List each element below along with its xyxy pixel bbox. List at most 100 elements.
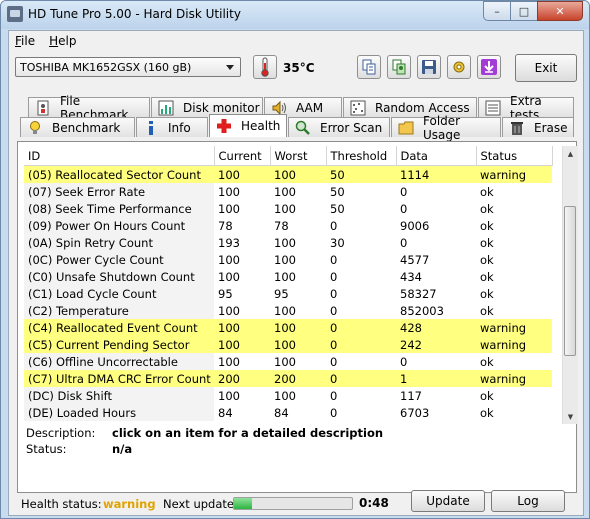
cell-status: ok (480, 269, 494, 284)
table-row[interactable]: (05) Reallocated Sector Count 100 100 50 111… (24, 165, 552, 183)
menu-file[interactable]: File (9, 34, 43, 48)
cell-id: (DE) Loaded Hours (24, 404, 214, 421)
cell-status: ok (480, 252, 494, 267)
cell-data: 0 (400, 354, 408, 369)
column-header-data[interactable]: Data (396, 146, 477, 166)
copy-screenshot-button[interactable] (387, 55, 411, 79)
info-icon (149, 120, 153, 135)
table-row[interactable]: (09) Power On Hours Count 78 78 0 9006 ok (24, 217, 552, 234)
hard-disk-app-icon (7, 6, 23, 22)
close-button[interactable]: ✕ (537, 1, 583, 21)
tab-benchmark[interactable]: Benchmark (20, 117, 135, 137)
column-header-id[interactable]: ID (24, 146, 215, 166)
log-button-label: Log (517, 494, 539, 508)
cell-status: ok (480, 405, 494, 420)
drive-select[interactable]: TOSHIBA MK1652GSX (160 gB) (15, 57, 241, 77)
cell-current: 100 (218, 269, 240, 284)
progress-fill (234, 498, 252, 509)
table-row[interactable]: (07) Seek Error Rate 100 100 50 0 ok (24, 183, 552, 200)
cell-threshold: 0 (330, 252, 338, 267)
options-button[interactable] (447, 55, 471, 79)
menu-help[interactable]: Help (43, 34, 84, 48)
save-disk-icon (422, 60, 436, 74)
cell-id: (C7) Ultra DMA CRC Error Count (24, 370, 214, 387)
cell-current: 95 (218, 286, 233, 301)
cell-worst: 100 (274, 388, 296, 403)
cell-worst: 100 (274, 235, 296, 250)
table-row[interactable]: (0C) Power Cycle Count 100 100 0 4577 ok (24, 251, 552, 268)
download-arrow-icon (481, 59, 497, 75)
tab-info[interactable]: Info (136, 117, 208, 137)
download-button[interactable] (477, 55, 501, 79)
maximize-button[interactable]: □ (510, 1, 538, 21)
cell-threshold: 50 (326, 165, 396, 183)
tab-file-benchmark[interactable]: File Benchmark (28, 94, 150, 122)
column-header-worst[interactable]: Worst (270, 146, 327, 166)
cell-current: 100 (214, 319, 270, 336)
cell-status: ok (480, 303, 494, 318)
table-row[interactable]: (C0) Unsafe Shutdown Count 100 100 0 434 ok (24, 268, 552, 285)
save-button[interactable] (417, 55, 441, 79)
tab-label: Benchmark (52, 120, 121, 135)
health-status-value: warning (103, 497, 156, 511)
exit-button[interactable]: Exit (515, 54, 577, 82)
cell-current: 100 (218, 184, 240, 199)
cell-current: 100 (218, 252, 240, 267)
smart-attribute-table[interactable]: ID Current Worst Threshold Data Status (… (24, 146, 562, 424)
table-row[interactable]: (C6) Offline Uncorrectable 100 100 0 0 ok (24, 353, 552, 370)
cell-worst: 78 (274, 218, 289, 233)
cell-id: (07) Seek Error Rate (24, 183, 214, 200)
table-row[interactable]: (0A) Spin Retry Count 193 100 30 0 ok (24, 234, 552, 251)
cell-worst: 100 (274, 201, 296, 216)
tab-error-scan[interactable]: Error Scan (288, 117, 390, 137)
table-scrollbar[interactable]: ▲ ▼ (562, 146, 578, 424)
copy-text-button[interactable] (357, 55, 381, 79)
scroll-up-icon[interactable]: ▲ (563, 146, 578, 161)
title-bar[interactable]: HD Tune Pro 5.00 - Hard Disk Utility – □… (1, 1, 589, 29)
cell-worst: 100 (270, 319, 326, 336)
tab-label: Folder Usage (423, 113, 461, 142)
table-row[interactable]: (DC) Disk Shift 100 100 0 117 ok (24, 387, 552, 404)
cell-id: (C1) Load Cycle Count (24, 285, 214, 302)
table-row[interactable]: (08) Seek Time Performance 100 100 50 0 ok (24, 200, 552, 217)
log-button[interactable]: Log (491, 490, 565, 512)
tab-label: Health (241, 119, 281, 133)
cell-data: 428 (396, 319, 476, 336)
scroll-down-icon[interactable]: ▼ (563, 409, 578, 424)
app-window: HD Tune Pro 5.00 - Hard Disk Utility – □… (0, 0, 590, 519)
scroll-thumb[interactable] (564, 206, 576, 356)
table-row[interactable]: (C4) Reallocated Event Count 100 100 0 428 wa… (24, 319, 552, 336)
tab-folder-usage[interactable]: Folder Usage (391, 114, 501, 142)
table-row[interactable]: (C5) Current Pending Sector 100 100 0 242 war… (24, 336, 552, 353)
folder-icon (398, 121, 414, 134)
disk-monitor-icon (158, 100, 174, 115)
tab-label: Erase (534, 120, 568, 135)
tab-label: Random Access (375, 100, 470, 115)
column-header-threshold[interactable]: Threshold (326, 146, 397, 166)
window-title: HD Tune Pro 5.00 - Hard Disk Utility (28, 7, 241, 21)
copy-image-icon (392, 59, 406, 75)
cell-threshold: 0 (330, 354, 338, 369)
table-row[interactable]: (C1) Load Cycle Count 95 95 0 58327 ok (24, 285, 552, 302)
update-button[interactable]: Update (411, 490, 485, 512)
cell-status: ok (480, 218, 494, 233)
cell-data: 242 (396, 336, 476, 353)
cell-id: (09) Power On Hours Count (24, 217, 214, 234)
cell-id: (0A) Spin Retry Count (24, 234, 214, 251)
temperature-readout: 35°C (283, 61, 315, 75)
cell-status: ok (480, 201, 494, 216)
table-row[interactable]: (C7) Ultra DMA CRC Error Count 200 200 0 1 wa… (24, 370, 552, 387)
minimize-button[interactable]: – (483, 1, 511, 21)
cell-worst: 100 (270, 336, 326, 353)
chevron-down-icon (226, 65, 234, 70)
table-row[interactable]: (DE) Loaded Hours 84 84 0 6703 ok (24, 404, 552, 421)
cell-id: (C0) Unsafe Shutdown Count (24, 268, 214, 285)
cell-id: (05) Reallocated Sector Count (24, 165, 214, 183)
table-row[interactable]: (C2) Temperature 100 100 0 852003 ok (24, 302, 552, 319)
cell-current: 100 (218, 354, 240, 369)
tab-erase[interactable]: Erase (502, 117, 574, 137)
column-header-status[interactable]: Status (476, 146, 553, 166)
temperature-button[interactable] (253, 55, 277, 79)
tab-health[interactable]: Health (209, 114, 287, 137)
column-header-current[interactable]: Current (214, 146, 271, 166)
